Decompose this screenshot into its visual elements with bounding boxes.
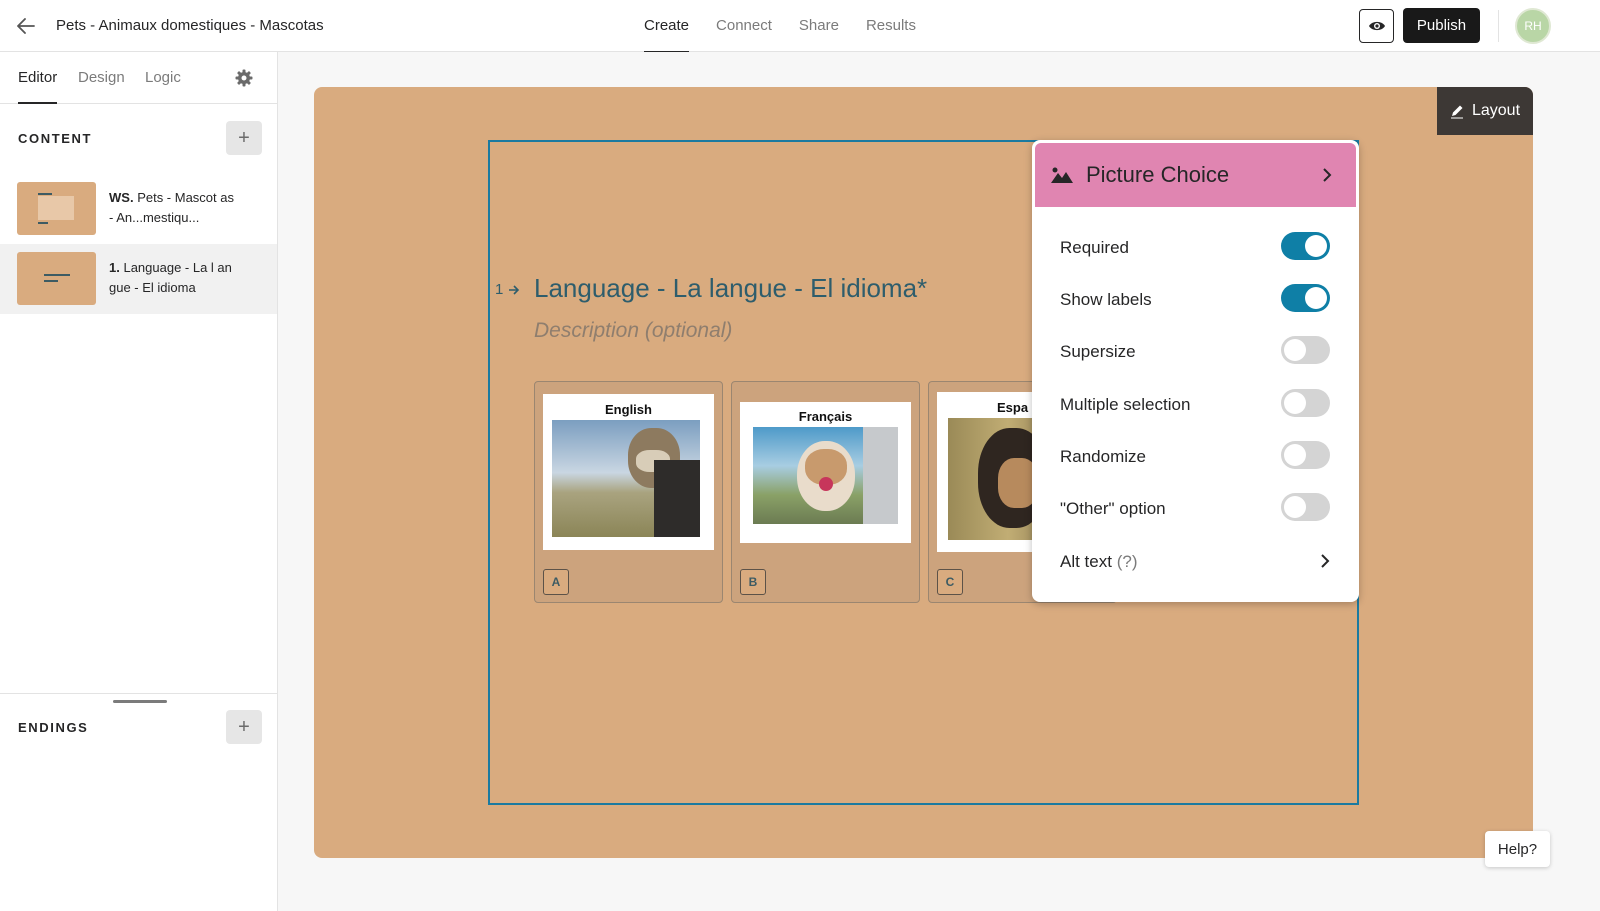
alt-text-hint: (?) — [1116, 552, 1138, 571]
help-button[interactable]: Help? — [1485, 831, 1550, 867]
gear-icon[interactable] — [234, 68, 254, 88]
eye-icon — [1368, 21, 1385, 31]
question-type-selector[interactable]: Picture Choice — [1035, 143, 1356, 207]
picture-choice-a[interactable]: English A — [534, 381, 723, 603]
multiple-selection-toggle[interactable] — [1281, 389, 1330, 417]
layout-button[interactable]: Layout — [1437, 87, 1533, 135]
list-item[interactable]: 1. Language - La l angue - El idioma — [0, 244, 277, 314]
option-show-labels: Show labels — [1032, 278, 1359, 322]
option-alt-text[interactable]: Alt text (?) — [1032, 540, 1359, 584]
add-ending-button[interactable]: + — [226, 710, 262, 744]
choice-caption: English — [605, 402, 652, 417]
option-other: "Other" option — [1032, 487, 1359, 531]
option-label: Randomize — [1060, 447, 1146, 466]
tab-results[interactable]: Results — [866, 0, 916, 52]
alt-text-label: Alt text — [1060, 552, 1112, 571]
question-number: 1 — [495, 281, 520, 298]
picture-choice-b[interactable]: Français B — [731, 381, 920, 603]
list-item[interactable]: WS. Pets - Mascot as - An...mestiqu... — [0, 174, 277, 244]
pencil-icon — [1450, 105, 1463, 119]
avatar[interactable]: RH — [1515, 8, 1551, 44]
option-label: Multiple selection — [1060, 395, 1191, 414]
top-bar: Pets - Animaux domestiques - Mascotas Cr… — [0, 0, 1600, 53]
layout-label: Layout — [1471, 102, 1521, 119]
question-settings-panel: Picture Choice Required Show labels Supe… — [1032, 140, 1359, 602]
option-randomize: Randomize — [1032, 435, 1359, 479]
tab-share[interactable]: Share — [799, 0, 839, 52]
chevron-right-icon[interactable] — [1317, 553, 1333, 569]
show-labels-toggle[interactable] — [1281, 284, 1330, 312]
randomize-toggle[interactable] — [1281, 441, 1330, 469]
chevron-right-icon — [1323, 168, 1332, 182]
option-label: Supersize — [1060, 342, 1136, 361]
choice-key: C — [937, 569, 963, 595]
sidebar-tabs: Editor Design Logic — [0, 52, 277, 104]
other-option-toggle[interactable] — [1281, 493, 1330, 521]
arrow-right-icon — [508, 285, 519, 295]
question-title[interactable]: Language - La langue - El idioma* — [534, 273, 927, 304]
question-number-text: 1 — [495, 281, 504, 298]
divider — [1498, 10, 1499, 42]
item-prefix: WS. — [109, 190, 134, 205]
endings-heading: ENDINGS — [18, 720, 89, 735]
form-title[interactable]: Pets - Animaux domestiques - Mascotas — [56, 17, 324, 34]
sidebar: Editor Design Logic CONTENT + WS. Pets -… — [0, 52, 278, 911]
option-required: Required — [1032, 226, 1359, 270]
question-type-label: Picture Choice — [1086, 162, 1230, 187]
dog-photo — [753, 427, 898, 524]
description-field[interactable]: Description (optional) — [534, 319, 732, 343]
divider — [0, 693, 277, 694]
supersize-toggle[interactable] — [1281, 336, 1330, 364]
welcome-screen-thumbnail — [17, 182, 96, 235]
choice-image: English — [543, 394, 714, 550]
choice-image: Français — [740, 402, 911, 543]
option-label: Show labels — [1060, 290, 1152, 309]
choice-key: A — [543, 569, 569, 595]
item-label: Language - La l angue - El idioma — [109, 260, 232, 295]
main-tabs: Create Connect Share Results — [644, 0, 943, 53]
option-supersize: Supersize — [1032, 330, 1359, 374]
tab-connect[interactable]: Connect — [716, 0, 772, 52]
choice-caption: Français — [798, 409, 853, 424]
tab-create[interactable]: Create — [644, 0, 690, 53]
tab-logic[interactable]: Logic — [145, 69, 181, 86]
option-multiple-selection: Multiple selection — [1032, 383, 1359, 427]
item-prefix: 1. — [109, 260, 120, 275]
picture-icon — [1051, 167, 1073, 183]
required-toggle[interactable] — [1281, 232, 1330, 260]
content-heading: CONTENT — [18, 131, 93, 146]
choice-key: B — [740, 569, 766, 595]
tab-editor[interactable]: Editor — [18, 69, 58, 104]
back-arrow-icon[interactable] — [14, 14, 38, 38]
preview-button[interactable] — [1359, 9, 1394, 43]
option-label: Required — [1060, 238, 1129, 257]
add-content-button[interactable]: + — [226, 121, 262, 155]
dog-photo — [552, 420, 700, 537]
resize-handle[interactable] — [113, 700, 167, 703]
question-thumbnail — [17, 252, 96, 305]
option-label: "Other" option — [1060, 499, 1166, 518]
tab-design[interactable]: Design — [78, 69, 125, 86]
publish-button[interactable]: Publish — [1403, 8, 1480, 43]
